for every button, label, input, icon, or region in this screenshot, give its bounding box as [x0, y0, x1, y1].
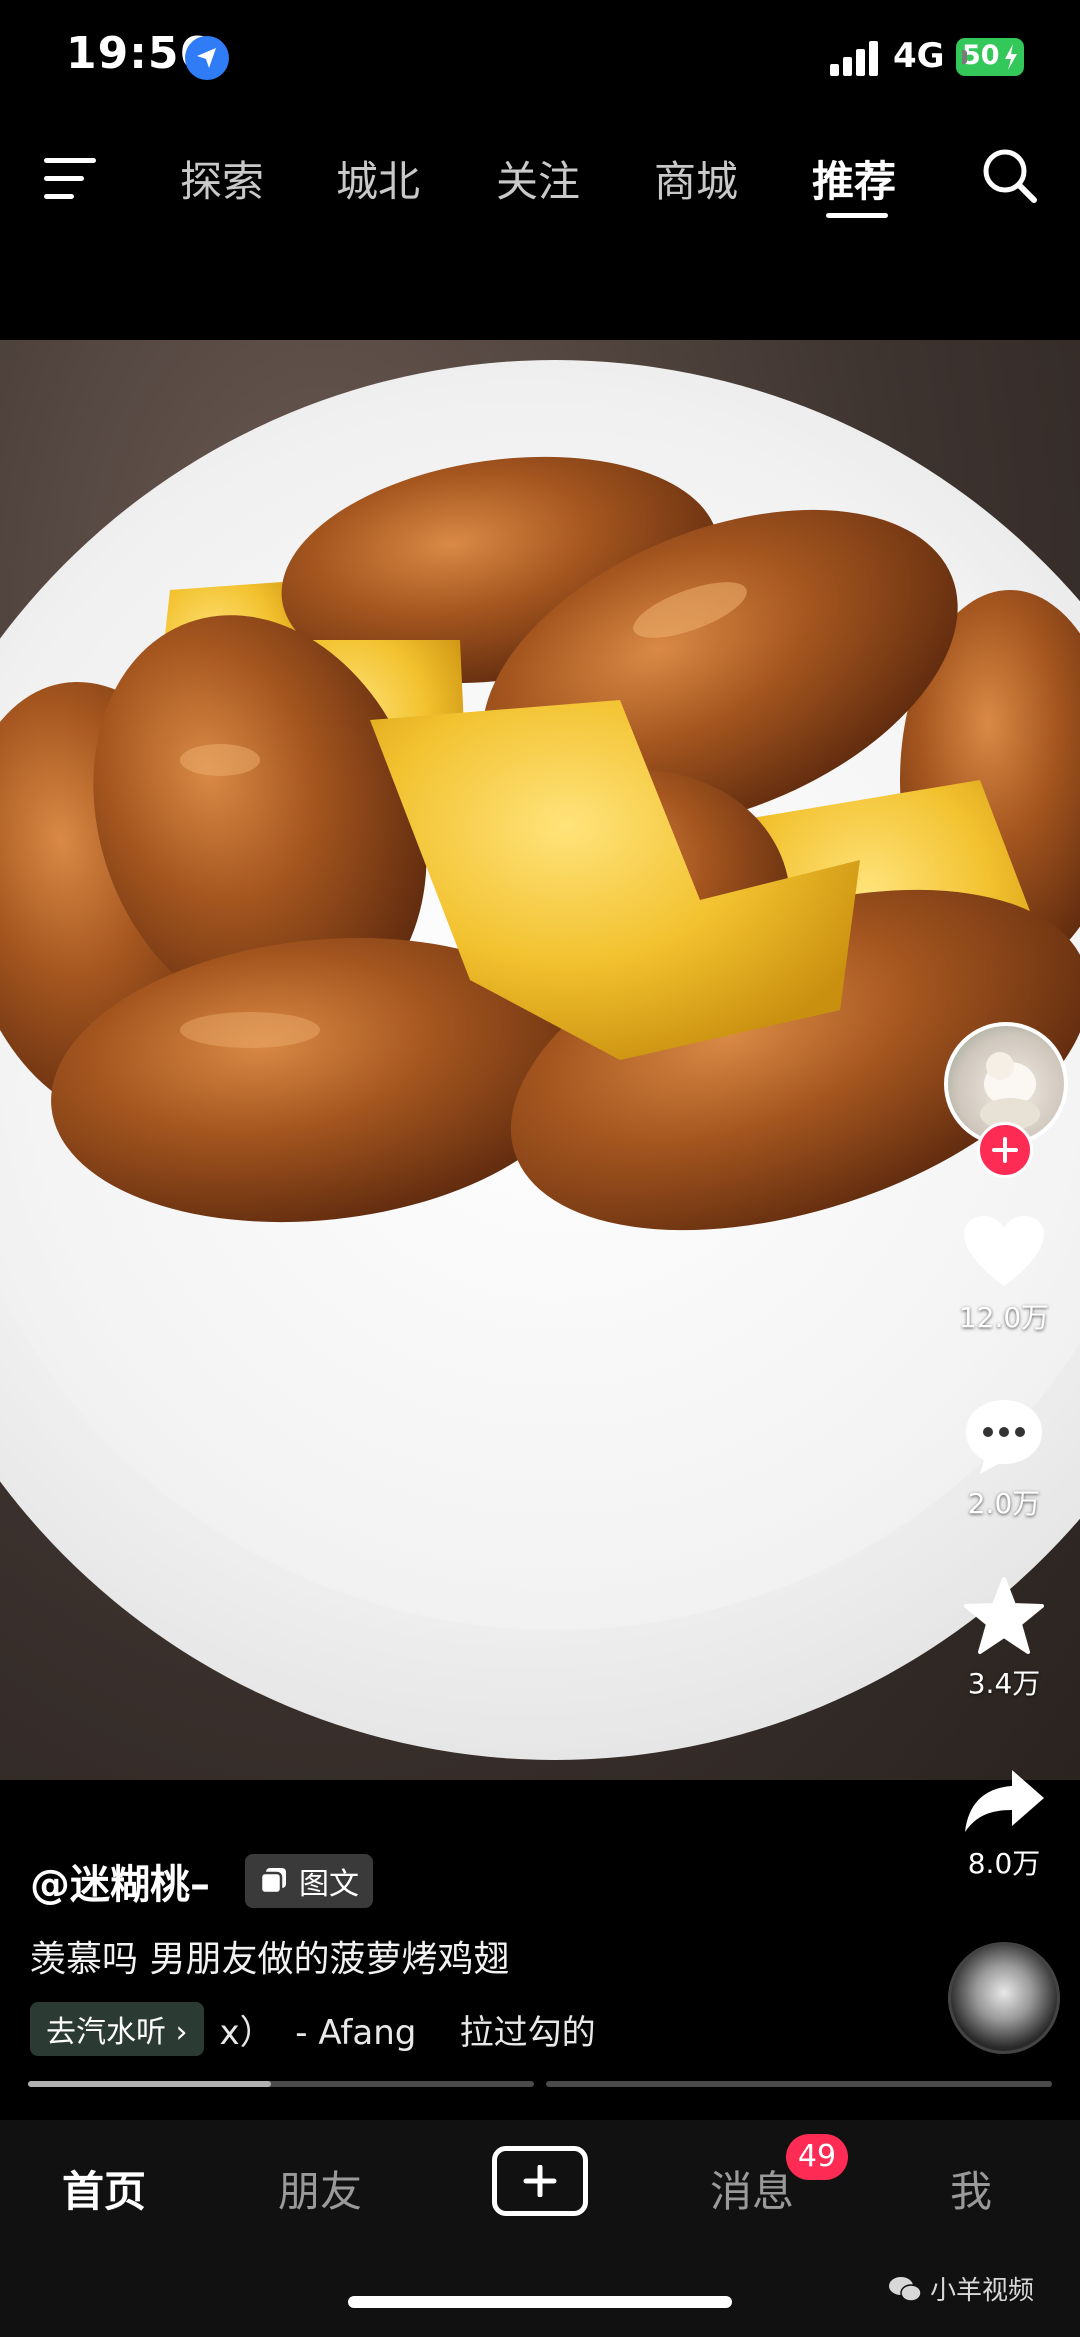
messages-badge: 49 — [786, 2134, 848, 2180]
music-disc[interactable] — [948, 1942, 1060, 2054]
watermark-text: 小羊视频 — [930, 2276, 1035, 2306]
search-icon[interactable] — [980, 146, 1040, 206]
tab-explore[interactable]: 探索 — [180, 148, 264, 209]
plus-icon — [992, 1137, 1018, 1163]
cellular-signal-icon — [830, 40, 880, 76]
share-arrow-icon — [965, 1770, 1044, 1832]
menu-icon[interactable] — [44, 152, 100, 202]
share-button[interactable]: 8.0万 — [934, 1766, 1074, 1882]
tab-recommended[interactable]: 推荐 — [812, 148, 896, 209]
follow-button[interactable] — [977, 1122, 1033, 1178]
image-progress-fill — [28, 2081, 271, 2087]
nav-me[interactable]: 我 — [950, 2158, 992, 2219]
nav-messages[interactable]: 消息 — [710, 2158, 794, 2219]
image-progress-2 — [546, 2081, 1052, 2087]
battery-icon: 50 — [956, 38, 1024, 76]
create-post-button[interactable] — [492, 2146, 588, 2216]
like-button[interactable]: 12.0万 — [934, 1214, 1074, 1336]
favorite-button[interactable]: 3.4万 — [934, 1576, 1074, 1702]
heart-icon — [964, 1216, 1044, 1286]
battery-level: 50 — [962, 40, 1000, 71]
wechat-icon — [889, 2276, 922, 2302]
status-bar: 19:56 4G 50 — [0, 0, 1080, 120]
post-image[interactable] — [0, 340, 1080, 1780]
favorite-count: 3.4万 — [967, 1667, 1041, 1700]
music-app-chip[interactable]: 去汽水听 › — [30, 2002, 204, 2056]
active-tab-indicator — [826, 213, 888, 218]
post-type-label: 图文 — [299, 1867, 359, 1902]
plus-icon — [523, 2165, 557, 2197]
tab-mall[interactable]: 商城 — [654, 148, 738, 209]
like-count: 12.0万 — [958, 1301, 1050, 1334]
network-type: 4G — [893, 36, 945, 76]
star-icon — [964, 1577, 1044, 1654]
watermark: 小羊视频 — [888, 2270, 1034, 2307]
image-post-icon — [259, 1868, 286, 1895]
comment-count: 2.0万 — [967, 1487, 1041, 1520]
share-count: 8.0万 — [967, 1847, 1041, 1880]
post-type-badge: 图文 — [245, 1854, 373, 1908]
author-name[interactable]: @迷糊桃– — [30, 1852, 210, 1910]
image-progress-1 — [28, 2081, 534, 2087]
tab-city-north[interactable]: 城北 — [336, 148, 420, 209]
music-title[interactable]: x） - Afang 拉过勾的 — [220, 2005, 596, 2054]
nav-friends[interactable]: 朋友 — [278, 2158, 362, 2219]
nav-home[interactable]: 首页 — [62, 2158, 146, 2219]
comment-button[interactable]: 2.0万 — [934, 1396, 1074, 1522]
top-nav: 探索 城北 关注 商城 推荐 — [0, 130, 1080, 250]
music-row: 去汽水听 › x） - Afang 拉过勾的 — [30, 2002, 596, 2056]
home-indicator[interactable] — [348, 2296, 732, 2308]
food-illustration — [0, 456, 1080, 1231]
tab-following[interactable]: 关注 — [496, 148, 580, 209]
comment-icon — [966, 1400, 1042, 1474]
location-arrow-icon — [185, 36, 229, 80]
post-caption[interactable]: 羡慕吗 男朋友做的菠萝烤鸡翅 — [30, 1930, 509, 1982]
